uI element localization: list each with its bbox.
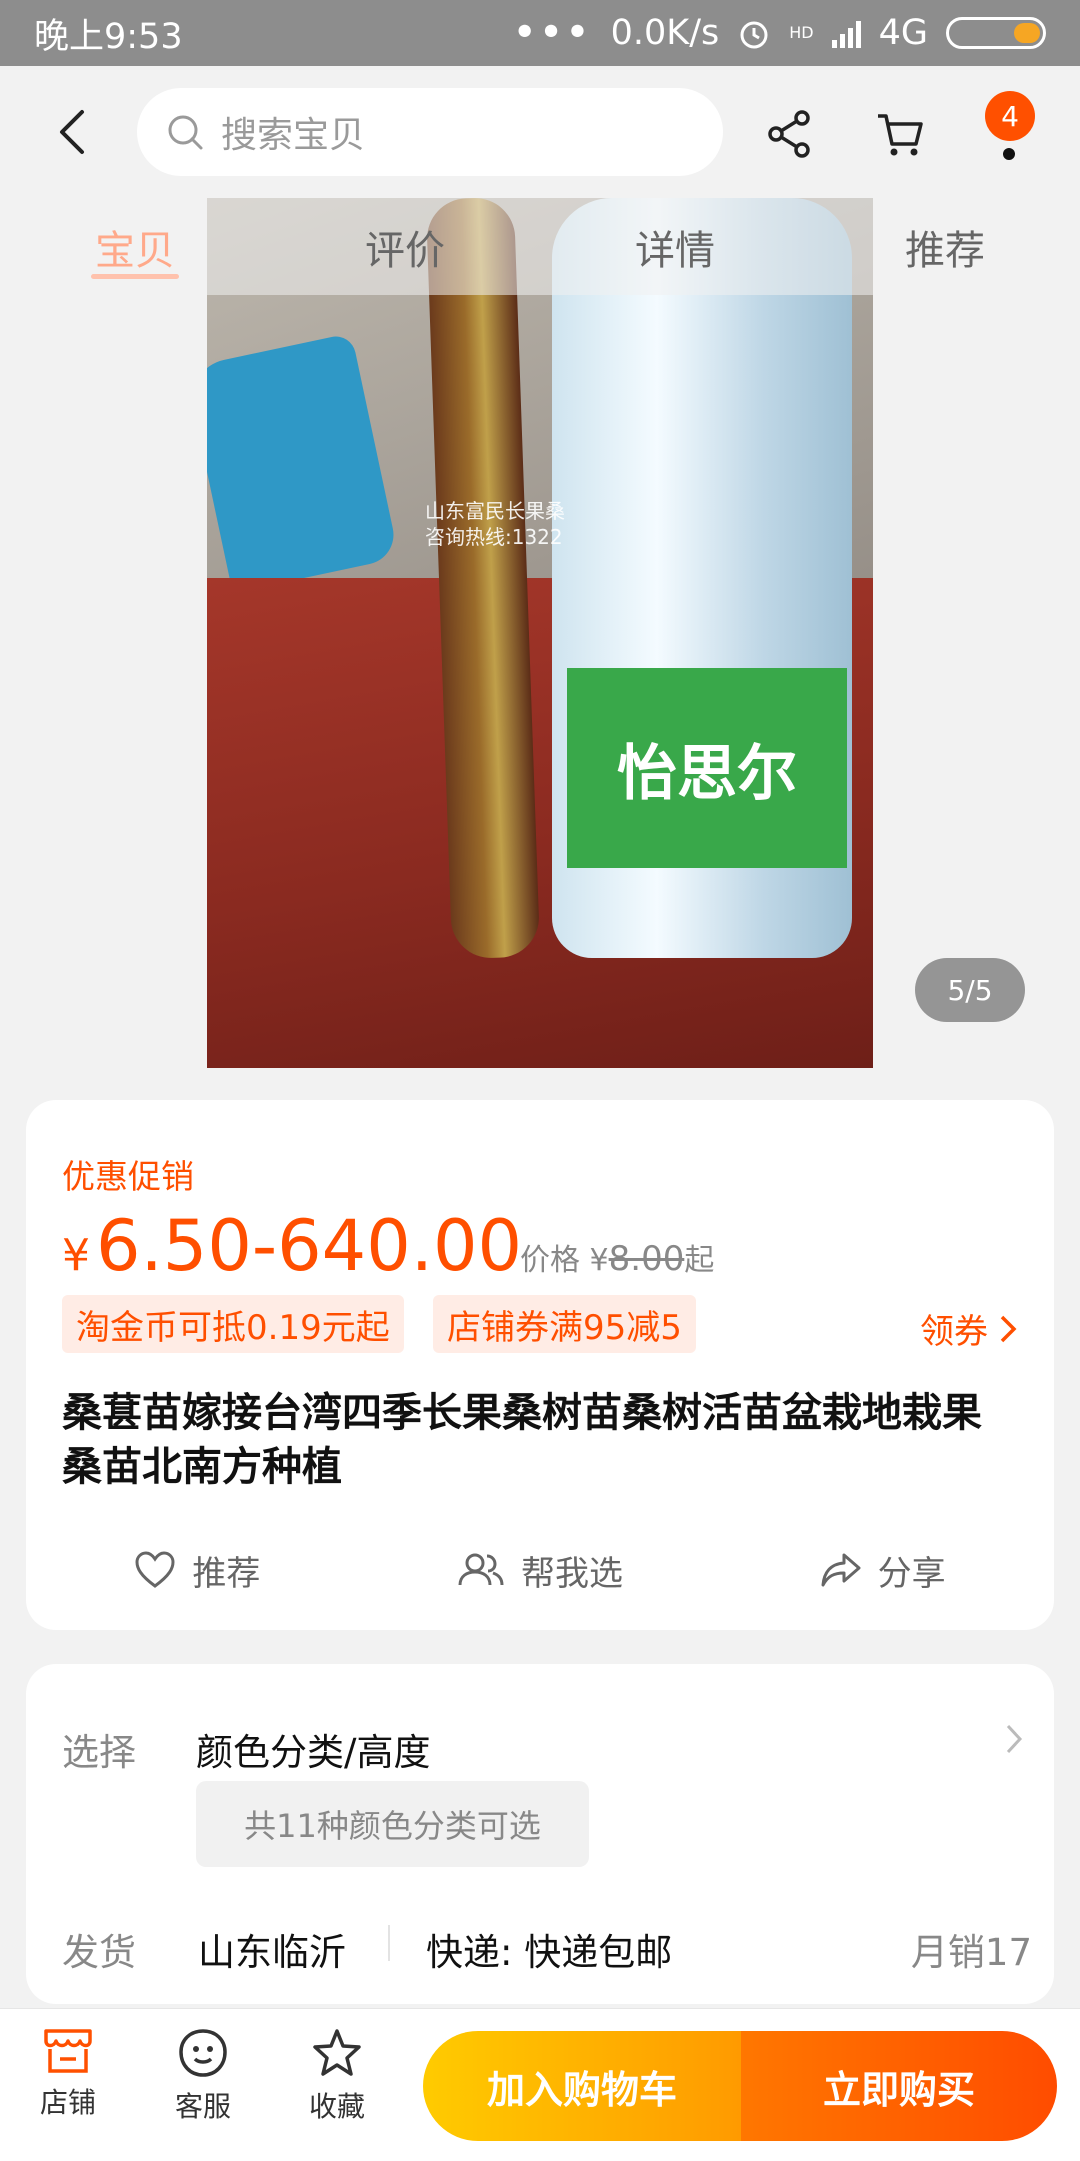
price: ¥ 6.50-640.00 — [62, 1205, 523, 1287]
ship-from: 山东临沂 — [198, 1931, 346, 1974]
variant-chip[interactable]: 共11种颜色分类可选 — [196, 1781, 589, 1867]
monthly-sales: 月销17 — [910, 1931, 1032, 1974]
tab-reviews[interactable]: 评价 — [270, 198, 540, 295]
store-coupon-badge[interactable]: 店铺券满95减5 — [433, 1295, 696, 1353]
favorite-button[interactable]: 收藏 — [282, 2027, 392, 2125]
status-bar: 晚上9:53 ••• 0.0K/s HD 4G — [0, 0, 1080, 66]
tab-details[interactable]: 详情 — [540, 198, 810, 295]
status-time: 晚上9:53 — [34, 16, 183, 57]
signal-icon — [831, 18, 861, 48]
divider — [388, 1925, 390, 1961]
get-coupon-button[interactable]: 领券 — [920, 1304, 1018, 1353]
search-placeholder: 搜索宝贝 — [221, 115, 366, 156]
more-badge[interactable]: 4 — [985, 91, 1035, 141]
store-button[interactable]: 店铺 — [13, 2027, 123, 2121]
top-nav: 搜索宝贝 4 — [0, 66, 1080, 198]
recommend-button[interactable]: 推荐 — [26, 1530, 369, 1610]
section-tabs: 宝贝 评价 详情 推荐 — [0, 198, 1080, 295]
chevron-right-icon — [1000, 1315, 1017, 1342]
chevron-right-icon[interactable] — [1004, 1722, 1024, 1756]
share-arrow-icon — [821, 1553, 861, 1587]
store-icon — [44, 2029, 92, 2073]
image-pager: 5/5 — [915, 958, 1025, 1022]
back-arrow-icon[interactable] — [52, 106, 92, 158]
promo-label: 优惠促销 — [62, 1157, 194, 1196]
hd-label: HD — [789, 23, 814, 42]
tab-recommend[interactable]: 推荐 — [810, 198, 1080, 295]
help-choose-button[interactable]: 帮我选 — [369, 1530, 712, 1610]
options-card: 选择 颜色分类/高度 共11种颜色分类可选 发货 山东临沂 快递: 快递包邮 月… — [26, 1664, 1054, 2004]
image-watermark: 山东富民长果桑 咨询热线:1322 — [425, 499, 565, 549]
share-button[interactable]: 分享 — [711, 1530, 1054, 1610]
star-icon — [313, 2029, 361, 2076]
tab-item[interactable]: 宝贝 — [0, 198, 270, 295]
original-price: 价格 ¥8.00起 — [520, 1239, 715, 1279]
product-info-card: 优惠促销 ¥ 6.50-640.00 价格 ¥8.00起 淘金币可抵0.19元起… — [26, 1100, 1054, 1630]
select-value[interactable]: 颜色分类/高度 — [196, 1722, 430, 1776]
chat-face-icon — [179, 2029, 227, 2077]
bottom-bar: 店铺 客服 收藏 加入购物车 立即购买 — [0, 2008, 1080, 2161]
people-icon — [458, 1553, 504, 1586]
ship-label: 发货 — [62, 1931, 136, 1974]
select-label: 选择 — [62, 1731, 136, 1774]
customer-service-button[interactable]: 客服 — [148, 2027, 258, 2125]
more-menu-icon[interactable] — [1003, 148, 1015, 160]
product-actions: 推荐 帮我选 分享 — [26, 1530, 1054, 1610]
coin-discount-badge[interactable]: 淘金币可抵0.19元起 — [62, 1295, 404, 1353]
express-info: 快递: 快递包邮 — [426, 1931, 673, 1974]
notification-dots-icon: ••• — [513, 13, 593, 53]
product-image[interactable]: 怡思尔 山东富民长果桑 咨询热线:1322 — [207, 198, 873, 1068]
alarm-icon — [740, 21, 768, 49]
bottle-label: 怡思尔 — [567, 668, 847, 868]
search-input[interactable]: 搜索宝贝 — [137, 88, 723, 176]
cart-icon[interactable] — [872, 106, 928, 162]
search-icon — [168, 115, 203, 150]
product-title: 桑葚苗嫁接台湾四季长果桑树苗桑树活苗盆栽地栽果桑苗北南方种植 — [62, 1390, 982, 1490]
buy-now-button[interactable]: 立即购买 — [741, 2031, 1057, 2141]
add-to-cart-button[interactable]: 加入购物车 — [423, 2031, 741, 2141]
battery-icon — [946, 17, 1046, 49]
network-speed: 0.0K/s — [610, 13, 720, 53]
network-type: 4G — [878, 13, 928, 53]
share-icon[interactable] — [762, 106, 818, 162]
heart-icon — [135, 1551, 175, 1588]
